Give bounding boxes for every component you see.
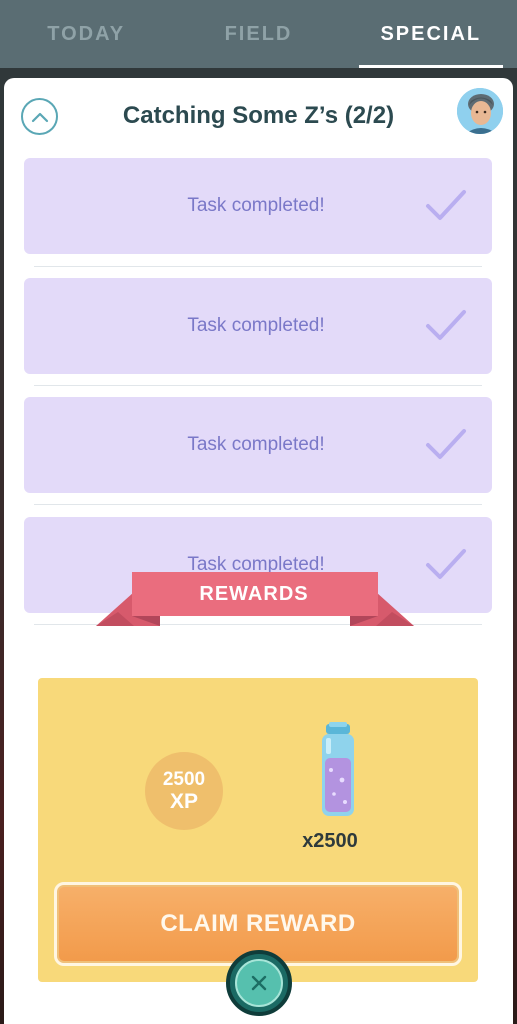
stardust-bottle-icon	[322, 722, 354, 816]
task-status: Task completed!	[187, 315, 325, 336]
research-tab-bar: TODAY FIELD SPECIAL	[0, 0, 517, 68]
research-title: Catching Some Z’s (2/2)	[122, 102, 395, 129]
tab-special[interactable]: SPECIAL	[345, 0, 517, 68]
checkmark-icon	[426, 310, 466, 340]
divider	[34, 504, 482, 505]
checkmark-icon	[426, 549, 466, 579]
xp-amount: 2500	[162, 769, 206, 790]
task-item[interactable]: Task completed!	[24, 278, 492, 374]
tab-field[interactable]: FIELD	[172, 0, 344, 68]
tab-today[interactable]: TODAY	[0, 0, 172, 68]
task-status: Task completed!	[187, 434, 325, 455]
task-item[interactable]: Task completed!	[24, 158, 492, 254]
professor-avatar	[457, 88, 503, 134]
xp-reward: 2500 XP	[145, 752, 223, 830]
chevron-up-icon	[31, 112, 48, 122]
rewards-header: REWARDS	[199, 583, 309, 605]
xp-unit: XP	[169, 790, 198, 813]
close-button[interactable]	[226, 950, 292, 1016]
collapse-button[interactable]	[21, 98, 58, 135]
task-item[interactable]: Task completed!	[24, 397, 492, 493]
item-quantity: x2500	[302, 830, 358, 852]
divider	[34, 266, 482, 267]
checkmark-icon	[426, 429, 466, 459]
checkmark-icon	[426, 190, 466, 220]
divider	[34, 385, 482, 386]
close-icon	[251, 975, 267, 991]
task-status: Task completed!	[187, 195, 325, 216]
